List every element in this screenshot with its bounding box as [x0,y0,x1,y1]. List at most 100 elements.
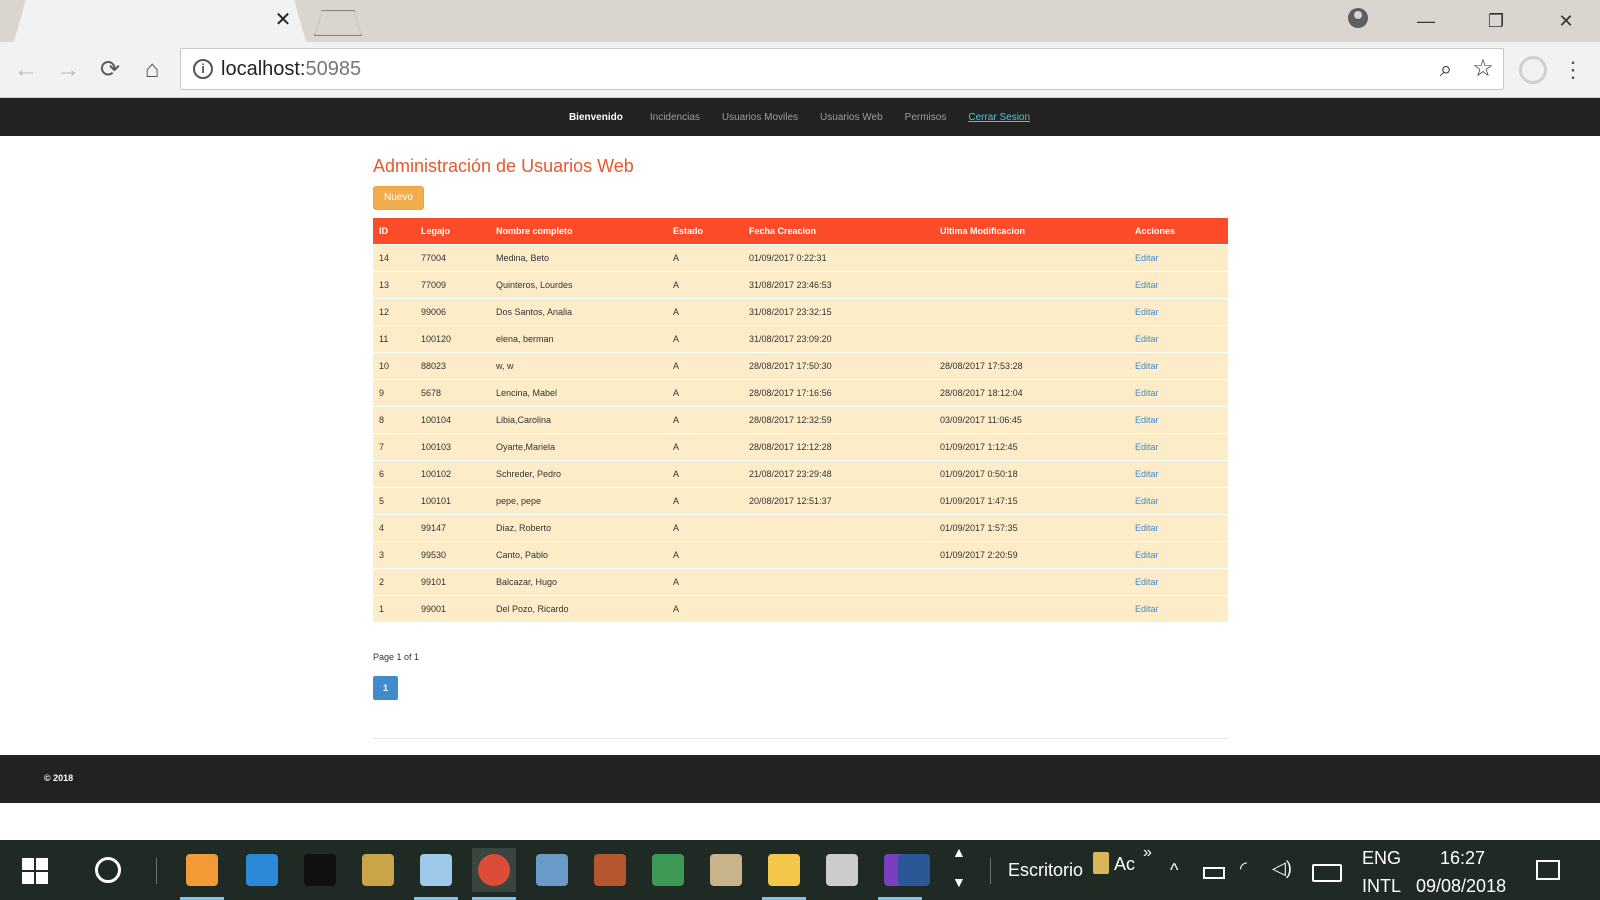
taskbar-app-network[interactable] [646,848,690,892]
edit-link[interactable]: Editar [1135,415,1159,425]
profile-icon[interactable] [1348,8,1368,28]
cell-estado: A [667,378,743,406]
nav-link-permisos[interactable]: Permisos [905,112,947,123]
taskbar-separator [156,858,157,884]
edit-link[interactable]: Editar [1135,334,1159,344]
nav-link-usuarios-moviles[interactable]: Usuarios Moviles [722,112,798,123]
new-user-button[interactable]: Nuevo [373,186,424,210]
cell-fecha-creacion [743,513,934,541]
cell-acciones: Editar [1129,567,1228,595]
header-estado[interactable]: Estado [667,218,743,244]
taskbar-app-server[interactable] [530,848,574,892]
edit-link[interactable]: Editar [1135,388,1159,398]
edit-link[interactable]: Editar [1135,523,1159,533]
home-icon[interactable]: ⌂ [136,54,168,86]
navbar-brand[interactable]: Bienvenido [569,112,623,123]
bookmark-star-icon[interactable]: ☆ [1470,55,1496,83]
cell-id: 9 [373,378,415,406]
back-icon[interactable]: ← [10,54,42,86]
edit-link[interactable]: Editar [1135,496,1159,506]
taskbar-app-firewall[interactable] [588,848,632,892]
cell-fecha-creacion [743,594,934,622]
wifi-icon[interactable]: ◜ [1240,858,1247,879]
cell-ultima-modificacion: 03/09/2017 11:06:45 [934,405,1129,433]
site-info-icon[interactable]: i [193,59,213,79]
cell-id: 6 [373,459,415,487]
cell-fecha-creacion: 20/08/2017 12:51:37 [743,486,934,514]
desktop-toolbar-label[interactable]: Escritorio [1008,860,1083,881]
cell-estado: A [667,540,743,568]
cell-fecha-creacion: 31/08/2017 23:09:20 [743,324,934,352]
taskbar-app-sublime[interactable] [180,848,224,900]
edit-link[interactable]: Editar [1135,253,1159,263]
browser-tab-active[interactable] [14,0,306,42]
cell-ultima-modificacion: 28/08/2017 18:12:04 [934,378,1129,406]
taskbar-app-cmd[interactable] [298,848,342,892]
logout-link[interactable]: Cerrar Sesion [968,112,1030,123]
windows-start-icon[interactable] [22,858,48,884]
taskbar-app-paint[interactable] [704,848,748,892]
clock-time[interactable]: 16:27 [1440,848,1485,869]
tab-close-icon[interactable]: ✕ [272,9,294,31]
header-nombre[interactable]: Nombre completo [490,218,667,244]
volume-icon[interactable]: ◁) [1272,858,1292,879]
action-center-icon[interactable] [1536,860,1560,880]
address-bar[interactable]: i localhost:50985 ⌕ ☆ [180,48,1504,90]
server-icon [536,854,568,886]
header-id[interactable]: ID [373,218,415,244]
minimize-icon[interactable]: — [1408,6,1444,36]
page-button-current[interactable]: 1 [373,676,398,700]
forward-icon[interactable]: → [52,54,84,86]
edit-link[interactable]: Editar [1135,442,1159,452]
edit-link[interactable]: Editar [1135,280,1159,290]
edit-link[interactable]: Editar [1135,361,1159,371]
edit-link[interactable]: Editar [1135,577,1159,587]
cell-legajo: 100120 [415,324,490,352]
language-label[interactable]: ENG [1362,848,1401,869]
address-bar-url[interactable]: localhost:50985 [221,58,361,81]
taskbar-app-notepad[interactable] [414,848,458,900]
edit-link[interactable]: Editar [1135,307,1159,317]
header-fecha-creacion[interactable]: Fecha Creacion [743,218,934,244]
zoom-icon[interactable]: ⌕ [1433,56,1459,82]
taskbar-app-word[interactable] [892,848,936,892]
taskbar-scroll-down-icon[interactable]: ▼ [952,874,966,890]
close-window-icon[interactable]: ✕ [1548,6,1584,36]
header-ultima-modificacion[interactable]: Ultima Modificacion [934,218,1129,244]
keyboard-layout-label[interactable]: INTL [1362,876,1401,897]
cell-id: 1 [373,594,415,622]
edit-link[interactable]: Editar [1135,550,1159,560]
nav-link-incidencias[interactable]: Incidencias [650,112,700,123]
taskbar-app-ie[interactable] [240,848,284,892]
cell-legajo: 99006 [415,297,490,325]
tray-show-hidden-icon[interactable]: ^ [1170,860,1178,881]
taskbar-app-explorer[interactable] [762,848,806,900]
browser-menu-icon[interactable]: ⋮ [1562,54,1584,86]
table-header-row: ID Legajo Nombre completo Estado Fecha C… [373,218,1228,244]
header-legajo[interactable]: Legajo [415,218,490,244]
edit-link[interactable]: Editar [1135,469,1159,479]
reload-icon[interactable]: ⟳ [94,54,126,86]
ac-toolbar-label[interactable]: Ac [1114,854,1135,875]
table-row: 11 100120 elena, berman A 31/08/2017 23:09:2… [373,324,1228,352]
taskbar-scroll-up-icon[interactable]: ▲ [952,844,966,860]
restore-icon[interactable]: ❐ [1478,6,1514,36]
clock-date[interactable]: 09/08/2018 [1416,876,1506,897]
nav-link-usuarios-web[interactable]: Usuarios Web [820,112,883,123]
taskbar-app-tools[interactable] [356,848,400,892]
cell-id: 4 [373,513,415,541]
table-row: 6 100102 Schreder, Pedro A 21/08/2017 23:29:… [373,459,1228,487]
keyboard-icon[interactable] [1312,864,1342,882]
cell-nombre: Quinteros, Lourdes [490,270,667,298]
cell-id: 5 [373,486,415,514]
taskbar-app-calculator[interactable] [820,848,864,892]
toolbar-more-icon[interactable]: » [1143,844,1152,862]
extension-icon[interactable] [1519,56,1547,84]
cell-fecha-creacion: 28/08/2017 17:50:30 [743,351,934,379]
table-row: 3 99530 Canto, Pablo A 01/09/2017 2:20:59 Edi… [373,540,1228,568]
edit-link[interactable]: Editar [1135,604,1159,614]
cortana-icon[interactable] [95,857,121,883]
taskbar-app-chrome[interactable] [472,848,516,900]
cell-estado: A [667,270,743,298]
battery-icon[interactable] [1203,867,1225,879]
